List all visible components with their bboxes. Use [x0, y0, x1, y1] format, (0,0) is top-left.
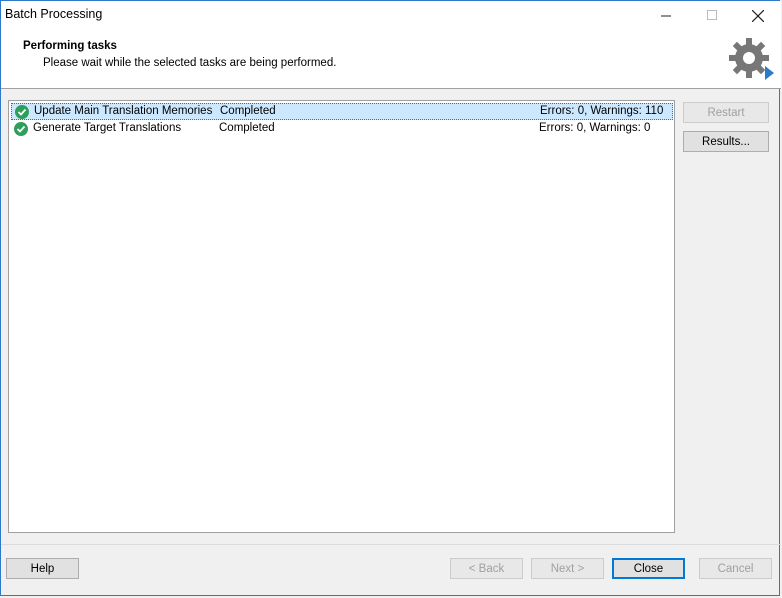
- restart-button[interactable]: Restart: [683, 102, 769, 123]
- minimize-button[interactable]: [643, 1, 689, 30]
- task-result: Errors: 0, Warnings: 0: [539, 122, 651, 134]
- gear-icon: [729, 38, 774, 80]
- results-button[interactable]: Results...: [683, 131, 769, 152]
- close-button[interactable]: Close: [612, 558, 685, 579]
- wizard-header: Performing tasks Please wait while the s…: [1, 30, 781, 89]
- title-bar: Batch Processing: [1, 1, 781, 30]
- task-row[interactable]: Update Main Translation Memories Complet…: [11, 103, 673, 120]
- page-subtitle: Please wait while the selected tasks are…: [43, 57, 337, 69]
- cancel-button[interactable]: Cancel: [699, 558, 772, 579]
- footer-divider: [1, 544, 781, 545]
- maximize-button[interactable]: [689, 1, 735, 30]
- window-title: Batch Processing: [5, 7, 103, 21]
- close-icon: [752, 9, 764, 22]
- check-icon: [14, 122, 28, 136]
- minimize-icon: [660, 15, 671, 17]
- back-button[interactable]: < Back: [450, 558, 523, 579]
- help-button[interactable]: Help: [6, 558, 79, 579]
- task-name: Update Main Translation Memories: [34, 105, 213, 117]
- task-name: Generate Target Translations: [33, 122, 182, 134]
- close-window-button[interactable]: [735, 1, 781, 30]
- task-row[interactable]: Generate Target Translations Completed E…: [11, 121, 673, 138]
- next-button[interactable]: Next >: [531, 558, 604, 579]
- page-title: Performing tasks: [23, 40, 117, 52]
- task-status: Completed: [219, 122, 275, 134]
- task-result: Errors: 0, Warnings: 110: [540, 105, 664, 117]
- maximize-icon: [706, 10, 717, 20]
- task-list[interactable]: Update Main Translation Memories Complet…: [8, 100, 675, 533]
- task-status: Completed: [220, 105, 276, 117]
- batch-processing-window: Batch Processing Performing tasks Please…: [0, 0, 781, 596]
- check-icon: [15, 105, 29, 119]
